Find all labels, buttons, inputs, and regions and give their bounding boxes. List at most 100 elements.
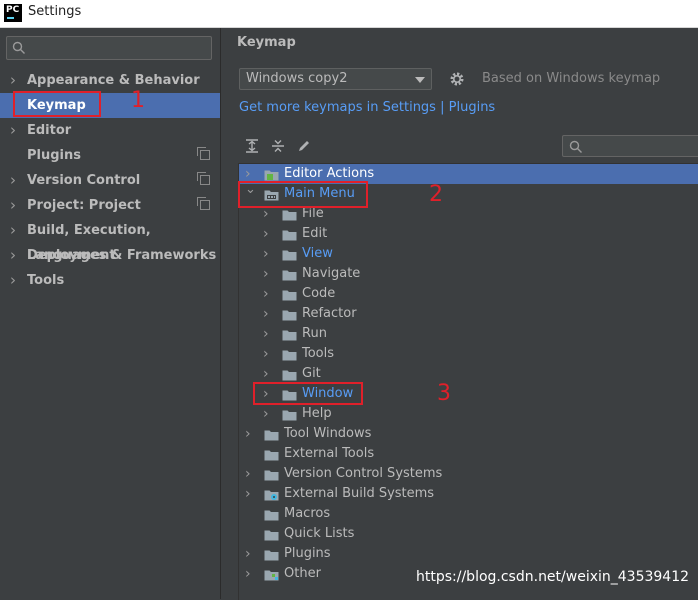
- window-title: Settings: [28, 4, 82, 19]
- sidebar-search-input[interactable]: [6, 36, 212, 60]
- chevron-right-icon[interactable]: ›: [245, 464, 251, 484]
- collapse-all-icon[interactable]: [271, 139, 285, 153]
- sidebar-item-label: Appearance & Behavior: [27, 73, 200, 88]
- tree-row-label: Git: [302, 366, 321, 381]
- tree-row[interactable]: › Navigate: [239, 264, 698, 284]
- page-title: Keymap: [237, 35, 296, 50]
- sidebar-item-label: Tools: [27, 273, 65, 288]
- sidebar-item-tools[interactable]: › Tools: [0, 268, 220, 293]
- plugins-link[interactable]: Plugins: [449, 100, 496, 115]
- sidebar-item-label: Version Control: [27, 173, 141, 188]
- edit-pencil-icon[interactable]: [297, 139, 311, 153]
- sidebar-item-version-control[interactable]: › Version Control: [0, 168, 220, 193]
- sidebar-item-build-execution-deployment[interactable]: › Build, Execution, Deployment: [0, 218, 220, 263]
- tree-row[interactable]: External Tools: [239, 444, 698, 464]
- sidebar-item-editor[interactable]: › Editor: [0, 118, 220, 143]
- tree-row[interactable]: › Help: [239, 404, 698, 424]
- expand-all-icon[interactable]: [245, 139, 259, 153]
- tree-row-label: Version Control Systems: [284, 466, 443, 481]
- sidebar-item-languages-frameworks[interactable]: › Languages & Frameworks: [0, 243, 220, 268]
- project-level-icon: [197, 172, 210, 185]
- chevron-right-icon[interactable]: ›: [263, 224, 269, 244]
- chevron-right-icon[interactable]: ›: [10, 68, 16, 93]
- chevron-right-icon[interactable]: ›: [245, 424, 251, 444]
- tree-row[interactable]: › View: [239, 244, 698, 264]
- tree-row[interactable]: › Plugins: [239, 544, 698, 564]
- chevron-right-icon[interactable]: ›: [263, 304, 269, 324]
- tree-row[interactable]: › Tools: [239, 344, 698, 364]
- tree-row-label: Refactor: [302, 306, 357, 321]
- gear-icon[interactable]: [449, 71, 465, 87]
- tree-row[interactable]: › Tool Windows: [239, 424, 698, 444]
- chevron-down-icon: [415, 77, 425, 83]
- chevron-right-icon[interactable]: ›: [245, 564, 251, 584]
- tree-row-label: Plugins: [284, 546, 331, 561]
- action-search-input[interactable]: [562, 135, 698, 157]
- keymap-select-value: Windows copy2: [246, 71, 348, 86]
- chevron-right-icon[interactable]: ›: [10, 118, 16, 143]
- chevron-right-icon[interactable]: ›: [10, 243, 16, 268]
- chevron-right-icon[interactable]: ›: [245, 544, 251, 564]
- other-icon: [264, 568, 279, 588]
- annotation-box-1: [13, 91, 101, 117]
- pycharm-icon: PC: [4, 4, 22, 22]
- sidebar-item-label: Project: Project: [27, 198, 141, 213]
- based-on-text: Based on Windows keymap: [482, 71, 661, 86]
- tree-row-label: Quick Lists: [284, 526, 355, 541]
- project-level-icon: [197, 147, 210, 160]
- tree-row[interactable]: › External Build Systems: [239, 484, 698, 504]
- keymaps-link-row: Get more keymaps in Settings | Plugins: [239, 100, 495, 115]
- tree-row[interactable]: › Code: [239, 284, 698, 304]
- chevron-right-icon[interactable]: ›: [10, 268, 16, 293]
- tree-row[interactable]: › Refactor: [239, 304, 698, 324]
- chevron-right-icon[interactable]: ›: [10, 168, 16, 193]
- tree-row[interactable]: › Git: [239, 364, 698, 384]
- tree-row-label: External Build Systems: [284, 486, 435, 501]
- tree-row-label: Edit: [302, 226, 328, 241]
- sidebar-item-plugins[interactable]: Plugins: [0, 143, 220, 168]
- annotation-number-3: 3: [437, 381, 451, 406]
- annotation-number-1: 1: [131, 88, 145, 113]
- sidebar-item-appearance-behavior[interactable]: › Appearance & Behavior: [0, 68, 220, 93]
- chevron-right-icon[interactable]: ›: [263, 324, 269, 344]
- tree-row-label: Run: [302, 326, 327, 341]
- keymap-panel: Keymap Windows copy2 Based on Windows ke…: [221, 28, 698, 600]
- chevron-right-icon[interactable]: ›: [263, 344, 269, 364]
- tree-row-label: External Tools: [284, 446, 375, 461]
- annotation-box-3: [253, 382, 363, 405]
- search-icon: [569, 140, 582, 153]
- tree-row[interactable]: › Run: [239, 324, 698, 344]
- tree-row[interactable]: › Edit: [239, 224, 698, 244]
- chevron-right-icon[interactable]: ›: [263, 244, 269, 264]
- annotation-number-2: 2: [429, 182, 443, 207]
- chevron-right-icon[interactable]: ›: [10, 218, 16, 243]
- chevron-right-icon[interactable]: ›: [263, 404, 269, 424]
- chevron-right-icon[interactable]: ›: [263, 284, 269, 304]
- chevron-right-icon[interactable]: ›: [245, 484, 251, 504]
- tree-row[interactable]: Macros: [239, 504, 698, 524]
- project-level-icon: [197, 197, 210, 210]
- tree-row-label: Tool Windows: [284, 426, 372, 441]
- annotation-box-2: [238, 181, 368, 208]
- search-icon: [12, 41, 25, 54]
- tree-row-label: Other: [284, 566, 321, 581]
- sidebar-item-label: Editor: [27, 123, 72, 138]
- keymap-select[interactable]: Windows copy2: [239, 68, 432, 90]
- title-bar: PC Settings: [0, 0, 698, 28]
- tree-row-label: View: [302, 246, 333, 261]
- sidebar-item-label: Languages & Frameworks: [27, 248, 217, 263]
- sidebar-item-label: Plugins: [27, 148, 81, 163]
- tree-row-label: Tools: [302, 346, 335, 361]
- chevron-right-icon[interactable]: ›: [263, 364, 269, 384]
- tree-row-label: Macros: [284, 506, 331, 521]
- tree-row[interactable]: Quick Lists: [239, 524, 698, 544]
- sidebar-item-project-project[interactable]: › Project: Project: [0, 193, 220, 218]
- chevron-right-icon[interactable]: ›: [10, 193, 16, 218]
- tree-row[interactable]: › Version Control Systems: [239, 464, 698, 484]
- tree-row-label: Help: [302, 406, 332, 421]
- link-separator: |: [440, 100, 445, 115]
- watermark-url: https://blog.csdn.net/weixin_43539412: [416, 569, 690, 585]
- chevron-right-icon[interactable]: ›: [263, 264, 269, 284]
- tree-row-label: Code: [302, 286, 336, 301]
- settings-link[interactable]: Get more keymaps in Settings: [239, 100, 436, 115]
